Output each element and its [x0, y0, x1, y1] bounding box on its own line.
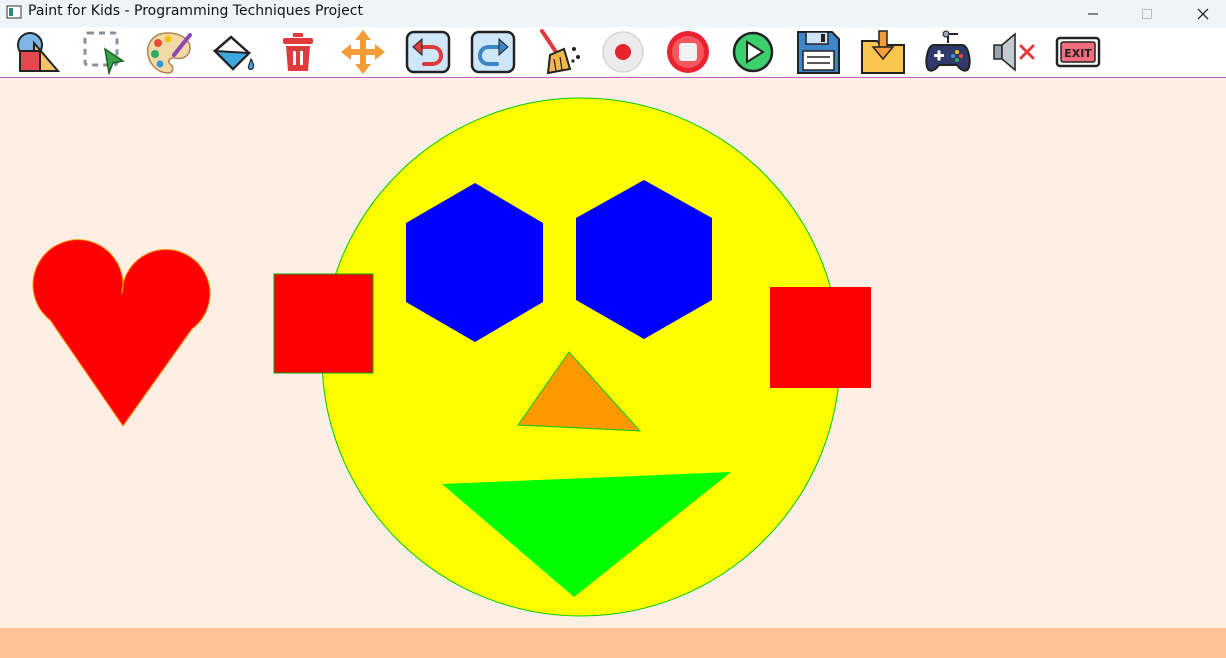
window-title: Paint for Kids - Programming Techniques …: [28, 3, 363, 19]
record-icon: [602, 31, 644, 73]
palette-icon: [146, 32, 192, 74]
move-arrows-icon: [341, 30, 385, 74]
app-icon: [6, 5, 22, 19]
redo-icon: [470, 30, 516, 74]
undo-icon: [405, 30, 451, 74]
right-square[interactable]: [770, 287, 871, 388]
paint-bucket-icon: [212, 35, 255, 71]
shapes-icon: [17, 32, 61, 72]
mute-button[interactable]: [985, 27, 1041, 77]
redo-button[interactable]: [465, 27, 521, 77]
start-recording-button[interactable]: [595, 27, 651, 77]
minimize-icon: [1088, 13, 1098, 14]
load-button[interactable]: [855, 27, 911, 77]
undo-button[interactable]: [400, 27, 456, 77]
maximize-icon: [1142, 8, 1152, 19]
exit-icon: EXIT: [1055, 36, 1101, 68]
gamepad-icon: [925, 30, 971, 72]
close-button[interactable]: [1180, 0, 1226, 27]
speaker-mute-icon: [993, 32, 1035, 72]
left-square[interactable]: [273, 273, 374, 374]
play-mode-button[interactable]: [920, 27, 976, 77]
shapes-button[interactable]: [10, 27, 66, 77]
stop-icon: [667, 31, 709, 73]
floppy-disk-icon: [797, 31, 840, 74]
maximize-button[interactable]: [1124, 0, 1170, 27]
palette-button[interactable]: [140, 27, 196, 77]
heart-shape[interactable]: [32, 239, 211, 427]
status-bar: [0, 628, 1226, 658]
move-button[interactable]: [335, 27, 391, 77]
save-button[interactable]: [790, 27, 846, 77]
stop-recording-button[interactable]: [660, 27, 716, 77]
drawing-canvas[interactable]: [0, 78, 1226, 628]
fill-button[interactable]: [205, 27, 261, 77]
exit-button[interactable]: EXIT: [1050, 27, 1106, 77]
exit-label: EXIT: [1064, 47, 1092, 60]
minimize-button[interactable]: [1070, 0, 1116, 27]
trash-icon: [283, 33, 313, 71]
clear-button[interactable]: [530, 27, 586, 77]
title-bar: Paint for Kids - Programming Techniques …: [0, 0, 1226, 27]
toolbar: EXIT: [0, 27, 1226, 78]
close-icon: [1197, 8, 1209, 19]
delete-button[interactable]: [270, 27, 326, 77]
select-icon: [83, 31, 125, 75]
play-icon: [732, 31, 774, 73]
play-recording-button[interactable]: [725, 27, 781, 77]
folder-download-icon: [861, 30, 905, 74]
broom-icon: [540, 29, 580, 75]
select-button[interactable]: [75, 27, 131, 77]
